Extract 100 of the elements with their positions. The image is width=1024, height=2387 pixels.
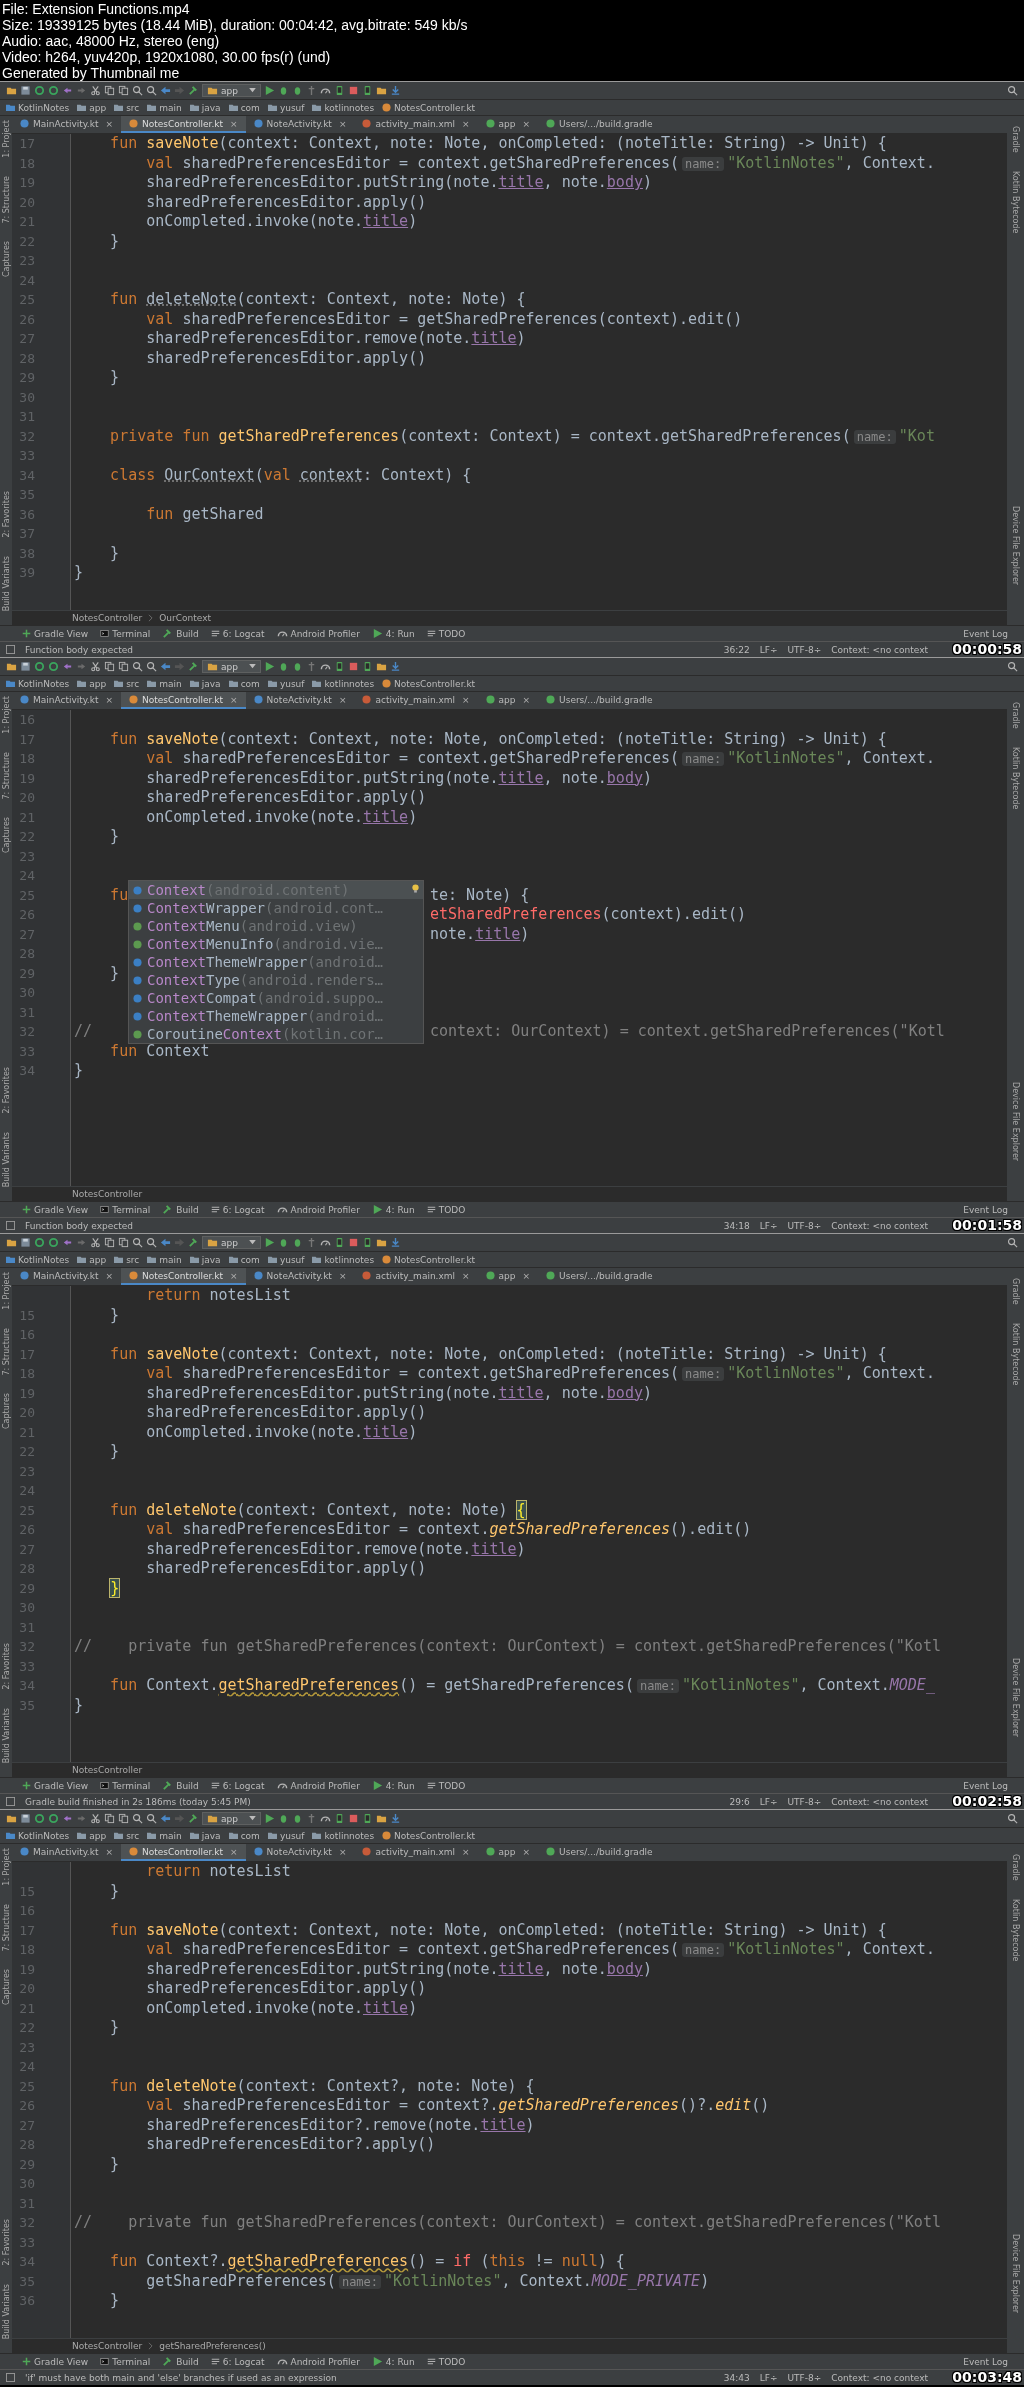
breadcrumb-item[interactable]: main <box>147 1830 182 1841</box>
editor-tab[interactable]: MainActivity.kt × <box>12 116 121 133</box>
breadcrumb-item[interactable]: NotesController <box>72 1189 143 1199</box>
tool-window-button[interactable]: 4: Run <box>371 2356 415 2367</box>
folder-icon[interactable] <box>6 1237 17 1248</box>
folder-icon[interactable] <box>375 85 387 96</box>
breadcrumb-item[interactable]: main <box>147 1254 182 1265</box>
folder-icon[interactable] <box>375 1237 387 1248</box>
event-log-button[interactable]: Event Log <box>963 1780 1008 1791</box>
editor-tab[interactable]: NotesController.kt × <box>121 692 246 709</box>
download-icon[interactable] <box>389 1237 401 1248</box>
tool-window-tab[interactable]: Device File Explorer <box>1011 1657 1020 1737</box>
folder-icon[interactable] <box>6 85 17 96</box>
event-log-button[interactable]: Event Log <box>963 2356 1008 2367</box>
editor-tab[interactable]: NotesController.kt × <box>121 116 246 133</box>
breadcrumb-item[interactable]: app <box>77 102 107 113</box>
run-icon[interactable] <box>263 1813 275 1824</box>
tool-window-tab[interactable]: 2: Favorites <box>1 1643 11 1690</box>
file-encoding[interactable]: UTF-8÷ <box>787 644 822 655</box>
run-icon[interactable] <box>263 1237 275 1248</box>
tool-window-tab[interactable]: Gradle <box>1011 126 1020 153</box>
line-separator[interactable]: LF÷ <box>759 1796 778 1807</box>
editor-tab[interactable]: MainActivity.kt × <box>12 1844 121 1861</box>
breadcrumb-item[interactable]: yusuf <box>267 678 305 689</box>
tool-window-tab[interactable]: Build Variants <box>1 1707 11 1763</box>
breadcrumb-item[interactable]: main <box>147 102 182 113</box>
stop-icon[interactable] <box>347 1813 359 1824</box>
run-icon[interactable] <box>371 2356 383 2367</box>
tool-window-tab[interactable]: 7: Structure <box>1 175 11 224</box>
tool-window-tab[interactable]: 1: Project <box>1 696 11 734</box>
search-icon[interactable] <box>132 1813 143 1824</box>
breadcrumb-item[interactable]: yusuf <box>267 1830 305 1841</box>
tool-window-tab[interactable]: 2: Favorites <box>1 2219 11 2266</box>
hammer-icon[interactable] <box>162 1780 174 1791</box>
gauge-icon[interactable] <box>276 1780 288 1791</box>
breadcrumb-item[interactable]: KotlinNotes <box>6 1254 70 1265</box>
breadcrumb-item[interactable]: src <box>114 678 140 689</box>
event-log-button[interactable]: Event Log <box>963 1204 1008 1215</box>
copy-icon[interactable] <box>104 1237 115 1248</box>
search-icon[interactable] <box>146 1237 157 1248</box>
folder-icon[interactable] <box>6 661 17 672</box>
tool-window-button[interactable]: Terminal <box>100 1780 151 1791</box>
tool-window-button[interactable]: 6: Logcat <box>210 1780 265 1791</box>
sync-icon[interactable] <box>48 85 59 96</box>
download-icon[interactable] <box>389 85 401 96</box>
breadcrumb-item[interactable]: yusuf <box>267 102 305 113</box>
hammer-icon[interactable] <box>188 85 199 96</box>
tool-window-button[interactable]: 6: Logcat <box>210 628 265 639</box>
hammer-icon[interactable] <box>162 628 174 639</box>
search-icon[interactable] <box>132 85 143 96</box>
square-icon[interactable] <box>6 645 15 654</box>
breadcrumb-item[interactable]: kotlinnotes <box>312 1830 375 1841</box>
sync-icon[interactable] <box>34 1237 45 1248</box>
tool-window-tab[interactable]: Gradle <box>1011 1854 1020 1881</box>
search-icon[interactable] <box>132 1237 143 1248</box>
editor-tab[interactable]: activity_main.xml × <box>354 1844 478 1861</box>
breadcrumb-item[interactable]: NotesController.kt <box>382 1254 476 1265</box>
breadcrumb-item[interactable]: app <box>77 678 107 689</box>
tool-window-button[interactable]: 6: Logcat <box>210 2356 265 2367</box>
tool-window-button[interactable]: 6: Logcat <box>210 1204 265 1215</box>
tool-window-tab[interactable]: Build Variants <box>1 555 11 611</box>
run-icon[interactable] <box>263 661 275 672</box>
breadcrumb-item[interactable]: src <box>114 102 140 113</box>
run-icon[interactable] <box>371 1780 383 1791</box>
search-icon[interactable] <box>146 85 157 96</box>
square-icon[interactable] <box>6 2373 15 2382</box>
breadcrumb-item[interactable]: app <box>77 1830 107 1841</box>
copy-icon[interactable] <box>118 1813 129 1824</box>
sync-icon[interactable] <box>34 85 45 96</box>
breadcrumb-item[interactable]: java <box>189 678 221 689</box>
tool-window-button[interactable]: Android Profiler <box>276 2356 360 2367</box>
stop-icon[interactable] <box>347 661 359 672</box>
save-icon[interactable] <box>20 85 31 96</box>
file-encoding[interactable]: UTF-8÷ <box>787 1220 822 1231</box>
tool-window-button[interactable]: Gradle View <box>22 628 89 639</box>
cursor-position[interactable]: 29:6 <box>729 1796 750 1807</box>
search-icon[interactable] <box>1007 1237 1018 1248</box>
breadcrumb-item[interactable]: NotesController.kt <box>382 102 476 113</box>
editor-tab[interactable]: app × <box>477 692 539 709</box>
breadcrumb-item[interactable]: com <box>228 1254 260 1265</box>
run-icon[interactable] <box>371 628 383 639</box>
tool-window-tab[interactable]: Device File Explorer <box>1011 505 1020 585</box>
cursor-position[interactable]: 36:22 <box>723 644 750 655</box>
tool-window-button[interactable]: Build <box>162 628 199 639</box>
editor-tab[interactable]: NotesController.kt × <box>121 1268 246 1285</box>
save-icon[interactable] <box>20 661 31 672</box>
run-config-dropdown[interactable]: app <box>202 84 261 97</box>
editor-tab[interactable]: Users/.../build.gradle <box>538 692 661 709</box>
tool-window-button[interactable]: 4: Run <box>371 1780 415 1791</box>
editor-tab[interactable]: NoteActivity.kt × <box>245 116 355 133</box>
breadcrumb-item[interactable]: NotesController <box>72 2341 143 2351</box>
tool-window-button[interactable]: Android Profiler <box>276 1780 360 1791</box>
download-icon[interactable] <box>389 661 401 672</box>
lightbulb-icon[interactable] <box>411 884 420 893</box>
tool-window-tab[interactable]: 2: Favorites <box>1 1067 11 1114</box>
tool-window-tab[interactable]: 2: Favorites <box>1 491 11 538</box>
tool-window-tab[interactable]: Device File Explorer <box>1011 2233 1020 2313</box>
save-icon[interactable] <box>20 1813 31 1824</box>
editor-tab[interactable]: NoteActivity.kt × <box>245 1268 355 1285</box>
editor-tab[interactable]: MainActivity.kt × <box>12 692 121 709</box>
